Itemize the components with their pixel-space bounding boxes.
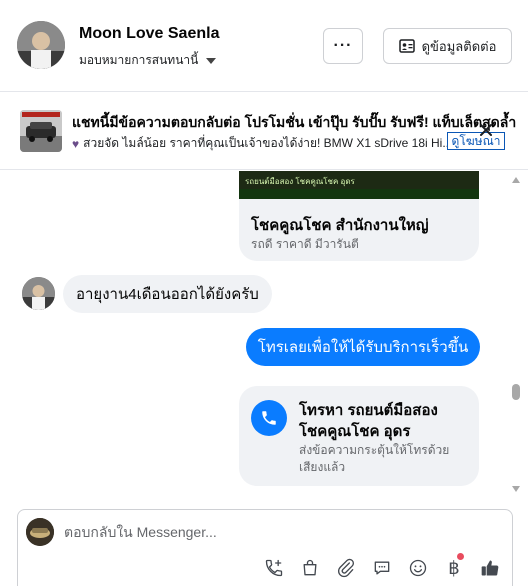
card-image-text: รถยนต์มือสอง โชคคูณโชค อุดร [245,177,355,186]
more-icon: ··· [333,37,353,54]
chevron-down-icon [206,58,217,64]
view-contact-info-button[interactable]: ดูข้อมูลติดต่อ [383,28,512,64]
scroll-down-arrow-icon[interactable] [512,486,520,492]
assign-label: มอบหมายการสนทนานี้ [79,53,199,67]
call-subtitle: ส่งข้อความกระตุ้นให้โทรด้วยเสียงแล้ว [299,443,450,474]
ad-thumbnail[interactable] [20,110,62,152]
attach-button[interactable] [334,556,358,580]
ad-reply-banner: แชทนี้มีข้อความตอบกลับต่อ โปรโมชั่น เข้า… [0,92,528,170]
emoji-icon [409,559,427,577]
page-avatar [26,518,54,546]
view-ad-link[interactable]: ดูโฆษณา [447,132,505,150]
phone-icon [251,400,287,436]
ad-title: แชทนี้มีข้อความตอบกลับต่อ โปรโมชั่น เข้า… [72,114,517,130]
add-call-icon [265,559,283,577]
contact-avatar[interactable] [17,21,65,69]
chat-bubble-icon [374,561,390,575]
reply-composer: ฿ [17,509,513,586]
shop-button[interactable] [298,556,322,580]
scrollbar-thumb[interactable] [512,384,520,400]
ad-subtitle: สวยจัด ไมล์น้อย ราคาที่คุณเป็นเจ้าของได้… [83,136,453,150]
page-cover-image: รถยนต์มือสอง โชคคูณโชค อุดร [239,171,479,199]
ad-subtitle-row: ♥ สวยจัด ไมล์น้อย ราคาที่คุณเป็นเจ้าของไ… [72,134,452,153]
page-info-card[interactable]: รถยนต์มือสอง โชคคูณโชค อุดร โชคคูณโชค สำ… [239,171,479,261]
like-button[interactable] [478,556,502,580]
outgoing-message: โทรเลยเพื่อให้ได้รับบริการเร็วขึ้น [246,328,480,366]
emoji-button[interactable] [406,556,430,580]
notification-dot [457,553,464,560]
reply-input[interactable] [64,522,464,542]
payment-button[interactable]: ฿ [442,553,466,580]
call-title: โทรหา รถยนต์มือสอง โชคคูณโชค อุดร [299,402,438,440]
incoming-message: อายุงาน4เดือนออกได้ยังครับ [63,275,272,313]
scroll-up-arrow-icon[interactable] [512,177,520,183]
saved-replies-button[interactable] [370,556,394,580]
assign-conversation-dropdown[interactable]: มอบหมายการสนทนานี้ [79,51,217,70]
contact-info-label: ดูข้อมูลติดต่อ [421,38,497,54]
sender-avatar [22,277,55,310]
conversation-header: Moon Love Saenla มอบหมายการสนทนานี้ ··· … [0,0,528,92]
scrollbar[interactable] [508,171,528,495]
add-call-button[interactable] [262,556,286,580]
heart-icon: ♥ [72,136,80,151]
shopping-bag-icon [303,559,317,576]
close-icon[interactable] [478,122,494,138]
more-button[interactable]: ··· [323,28,363,64]
thumbs-up-icon [481,560,499,576]
message-thread: รถยนต์มือสอง โชคคูณโชค อุดร โชคคูณโชค สำ… [0,171,528,491]
contact-name[interactable]: Moon Love Saenla [79,25,219,43]
baht-icon: ฿ [448,557,460,579]
page-card-subtitle: รถดี ราคาดี มีวารันตี [251,237,359,251]
page-card-title: โชคคูณโชค สำนักงานใหญ่ [251,217,429,234]
contact-card-icon [398,39,415,53]
call-request-card[interactable]: โทรหา รถยนต์มือสอง โชคคูณโชค อุดร ส่งข้อ… [239,386,479,486]
paperclip-icon [338,558,355,578]
